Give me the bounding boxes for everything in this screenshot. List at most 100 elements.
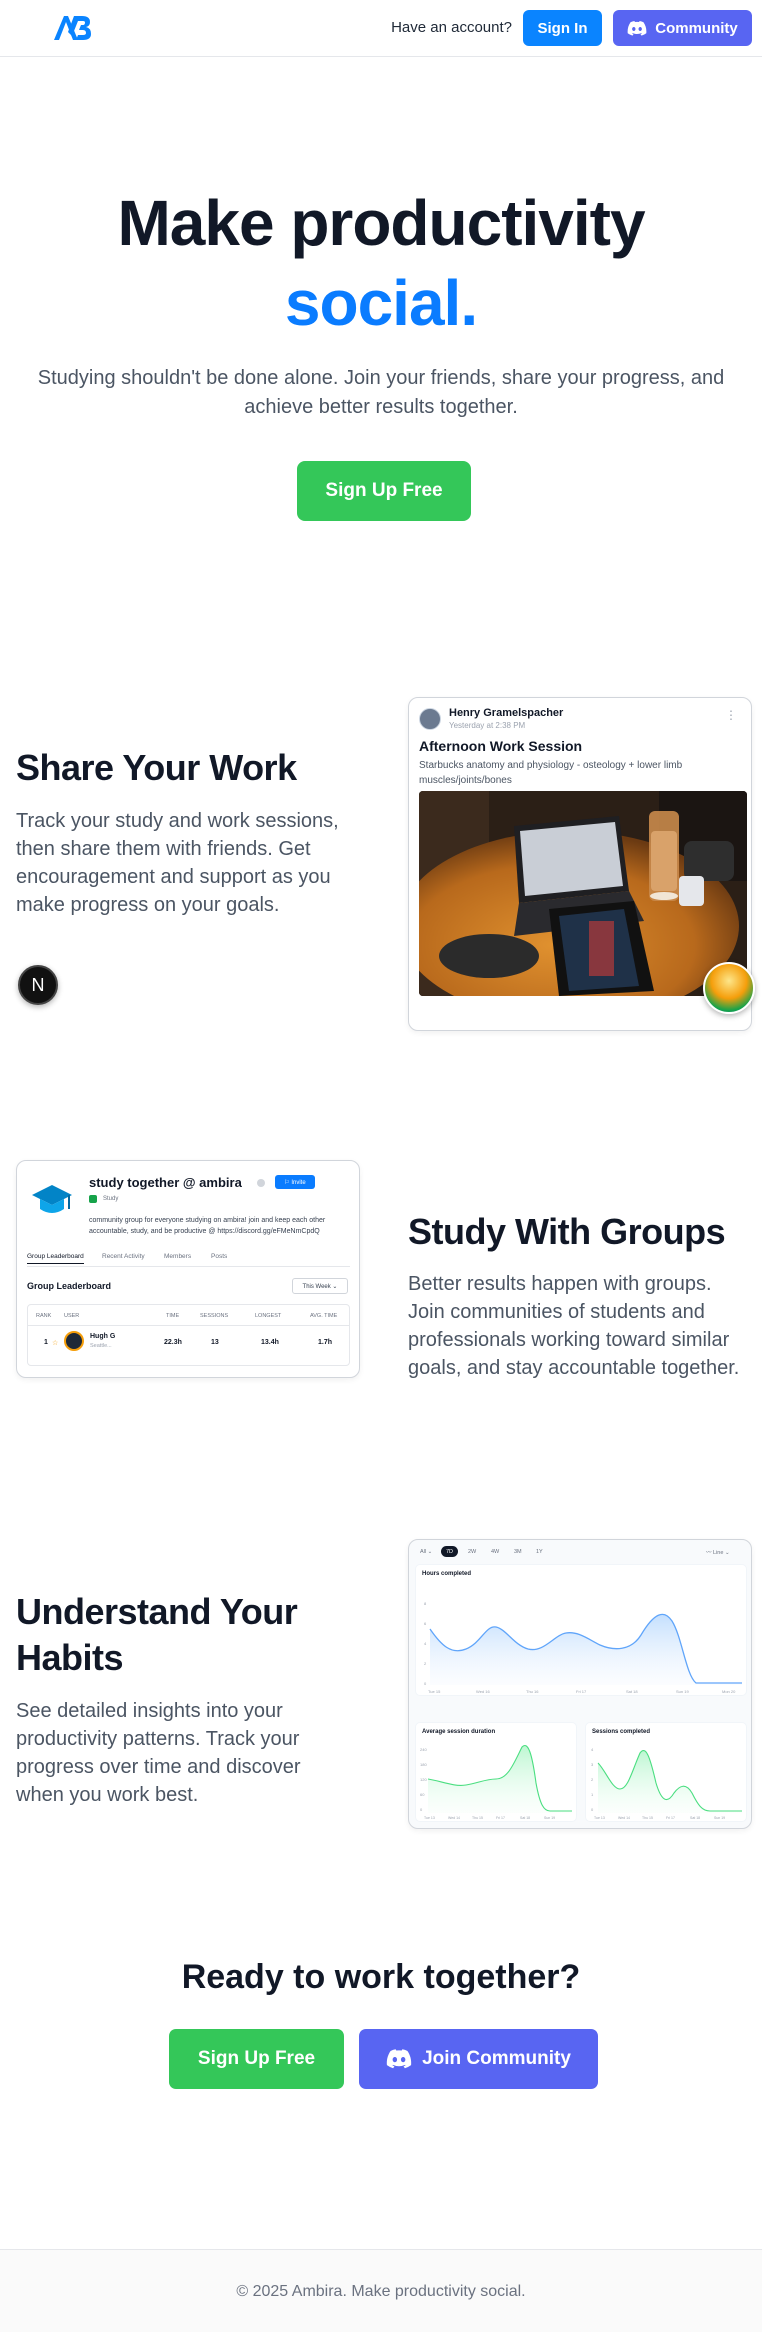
y-tick-label: 60 bbox=[420, 1792, 425, 1797]
x-tick-label: Wed 14 bbox=[448, 1816, 460, 1820]
x-tick-label: Thu 16 bbox=[526, 1689, 539, 1694]
footer-copyright: © 2025 Ambira. Make productivity social. bbox=[236, 2283, 526, 2300]
tab-members[interactable]: Members bbox=[164, 1253, 191, 1260]
range-chip[interactable]: 7D bbox=[441, 1546, 459, 1557]
post-photo[interactable] bbox=[419, 791, 747, 996]
x-tick-label: Fri 17 bbox=[496, 1816, 505, 1820]
avg-duration-panel: Average session duration 240 180 120 60 … bbox=[415, 1722, 577, 1822]
table-divider bbox=[28, 1325, 349, 1326]
y-tick-label: 3 bbox=[591, 1762, 594, 1767]
y-tick-label: 8 bbox=[424, 1601, 427, 1606]
tab-group-leaderboard[interactable]: Group Leaderboard bbox=[27, 1253, 84, 1264]
sessions-value: 13 bbox=[211, 1339, 219, 1346]
community-button-label: Community bbox=[655, 19, 738, 37]
period-select[interactable]: This Week ⌄ bbox=[292, 1278, 348, 1294]
range-chip[interactable]: 1Y bbox=[531, 1546, 548, 1557]
group-name[interactable]: study together @ ambira bbox=[89, 1175, 242, 1190]
x-tick-label: Sat 18 bbox=[520, 1816, 530, 1820]
column-header: LONGEST bbox=[255, 1313, 282, 1319]
discord-icon bbox=[386, 2049, 412, 2069]
more-options-icon[interactable]: ⋮ bbox=[725, 708, 737, 722]
hero-title-accent: social. bbox=[284, 267, 478, 339]
x-tick-label: Sun 19 bbox=[544, 1816, 555, 1820]
range-chip[interactable]: All ⌄ bbox=[415, 1546, 437, 1557]
hero-sign-up-button[interactable]: Sign Up Free bbox=[297, 461, 471, 521]
post-title: Afternoon Work Session bbox=[419, 738, 583, 754]
discord-icon bbox=[627, 20, 647, 36]
post-timestamp: Yesterday at 2:38 PM bbox=[449, 721, 526, 730]
avatar[interactable] bbox=[419, 708, 441, 730]
y-tick-label: 0 bbox=[424, 1681, 427, 1686]
y-tick-label: 4 bbox=[424, 1641, 427, 1646]
status-dot bbox=[257, 1179, 265, 1187]
join-community-label: Join Community bbox=[422, 2048, 571, 2069]
cafe-laptop-photo bbox=[419, 791, 747, 996]
x-tick-label: Sat 18 bbox=[690, 1816, 700, 1820]
x-tick-label: Sun 19 bbox=[714, 1816, 725, 1820]
hours-line-chart: 8 6 4 2 0 Tue 15 Wed 16 Thu 16 Fri 17 Sa… bbox=[424, 1601, 742, 1694]
post-description: Starbucks anatomy and physiology - osteo… bbox=[419, 760, 683, 786]
avatar[interactable] bbox=[64, 1331, 84, 1351]
y-tick-label: 0 bbox=[591, 1807, 594, 1812]
hero-title: Make productivity bbox=[117, 187, 645, 259]
group-description: community group for everyone studying on… bbox=[89, 1217, 326, 1235]
x-tick-label: Thu 15 bbox=[472, 1816, 483, 1820]
star-icon: ☆ bbox=[52, 1340, 59, 1347]
leaderboard-title: Group Leaderboard bbox=[27, 1281, 112, 1291]
time-value: 22.3h bbox=[164, 1339, 182, 1346]
x-tick-label: Wed 16 bbox=[476, 1689, 490, 1694]
x-tick-label: Thu 15 bbox=[642, 1816, 653, 1820]
tab-recent-activity[interactable]: Recent Activity bbox=[102, 1253, 145, 1260]
group-category: Study bbox=[103, 1196, 119, 1202]
feature-desc-groups: Better results happen with groups. Join … bbox=[408, 1273, 740, 1379]
feature-desc-habits: See detailed insights into your producti… bbox=[16, 1700, 301, 1806]
leaderboard-user-name[interactable]: Hugh G bbox=[90, 1333, 115, 1340]
x-tick-label: Sat 18 bbox=[626, 1689, 638, 1694]
y-tick-label: 120 bbox=[420, 1777, 427, 1782]
range-chip[interactable]: 3M bbox=[509, 1546, 527, 1557]
ambira-logo[interactable] bbox=[52, 14, 92, 42]
feature-title-groups: Study With Groups bbox=[408, 1211, 726, 1252]
have-account-text: Have an account? bbox=[391, 19, 512, 36]
feature-title-share: Share Your Work bbox=[16, 747, 297, 788]
avg-duration-line-chart: 240 180 120 60 0 Tue 13 Wed 14 Thu 15 Fr… bbox=[420, 1745, 572, 1820]
graduation-cap-icon bbox=[32, 1185, 72, 1213]
cta-title: Ready to work together? bbox=[181, 1958, 581, 1996]
x-tick-label: Wed 14 bbox=[618, 1816, 630, 1820]
y-tick-label: 2 bbox=[591, 1777, 594, 1782]
x-tick-label: Tue 15 bbox=[428, 1689, 441, 1694]
nav-badge[interactable]: N bbox=[18, 965, 58, 1005]
join-community-button[interactable]: Join Community bbox=[359, 2029, 598, 2089]
sign-in-button[interactable]: Sign In bbox=[523, 10, 602, 46]
x-tick-label: Tue 13 bbox=[424, 1816, 435, 1820]
footer: © 2025 Ambira. Make productivity social. bbox=[0, 2249, 762, 2332]
x-tick-label: Tue 13 bbox=[594, 1816, 605, 1820]
column-header: TIME bbox=[166, 1313, 180, 1319]
session-post-card: Henry Gramelspacher Yesterday at 2:38 PM… bbox=[408, 697, 752, 1031]
avg-time-value: 1.7h bbox=[318, 1339, 333, 1346]
palm-island-emoji-icon[interactable] bbox=[703, 962, 755, 1014]
x-tick-label: Sun 19 bbox=[676, 1689, 689, 1694]
category-icon bbox=[89, 1195, 97, 1203]
post-username[interactable]: Henry Gramelspacher bbox=[449, 707, 563, 719]
y-tick-label: 180 bbox=[420, 1762, 427, 1767]
longest-value: 13.4h bbox=[261, 1339, 279, 1346]
hero-subtitle: Studying shouldn't be done alone. Join y… bbox=[37, 367, 725, 418]
x-tick-label: Mon 20 bbox=[722, 1689, 736, 1694]
leaderboard-table: RANK USER TIME SESSIONS LONGEST AVG. TIM… bbox=[27, 1304, 350, 1366]
feature-title-habits: Understand Your Habits bbox=[16, 1591, 298, 1678]
sessions-completed-panel: Sessions completed 4 3 2 1 0 Tue 13 Wed … bbox=[585, 1722, 747, 1822]
column-header: RANK bbox=[36, 1313, 52, 1319]
chart-type-select[interactable]: 〰 Line ⌄ bbox=[701, 1546, 735, 1557]
range-chip[interactable]: 4W bbox=[486, 1546, 504, 1557]
rank-value: 1 bbox=[44, 1339, 48, 1346]
analytics-card: All ⌄ 7D 2W 4W 3M 1Y 〰 Line ⌄ Hours comp… bbox=[408, 1539, 752, 1829]
y-tick-label: 0 bbox=[420, 1807, 423, 1812]
range-chip[interactable]: 2W bbox=[463, 1546, 481, 1557]
invite-button[interactable]: ⚐ Invite bbox=[275, 1175, 315, 1189]
cta-sign-up-button[interactable]: Sign Up Free bbox=[169, 2029, 344, 2089]
tab-posts[interactable]: Posts bbox=[211, 1253, 227, 1260]
group-card: study together @ ambira ⚐ Invite Study c… bbox=[16, 1160, 360, 1378]
y-tick-label: 4 bbox=[591, 1747, 594, 1752]
community-button[interactable]: Community bbox=[613, 10, 752, 46]
